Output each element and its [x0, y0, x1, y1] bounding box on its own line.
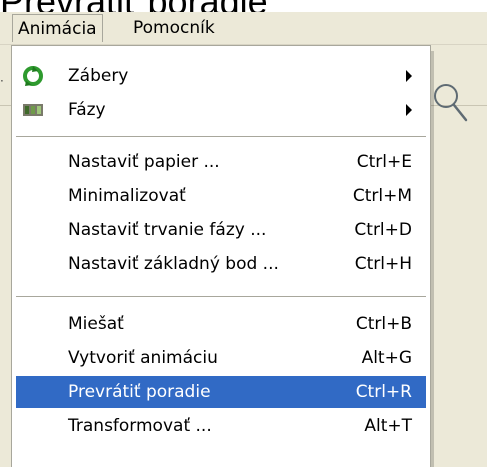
menu-item-shortcut: Alt+T — [364, 416, 412, 436]
menu-item-nastavit-trvanie-fazy[interactable]: Nastaviť trvanie fázy ... Ctrl+D — [16, 214, 426, 246]
film-frames-icon — [23, 104, 43, 116]
menu-item-nastavit-papier[interactable]: Nastaviť papier ... Ctrl+E — [16, 146, 426, 178]
menu-item-label: Nastaviť papier ... — [68, 152, 220, 172]
menu-separator — [16, 296, 426, 297]
menu-item-shortcut: Ctrl+R — [355, 382, 412, 402]
menu-item-nastavit-zakladny-bod[interactable]: Nastaviť základný bod ... Ctrl+H — [16, 248, 426, 280]
menu-item-transformovat[interactable]: Transformovať ... Alt+T — [16, 410, 426, 442]
menu-item-label: Fázy — [68, 100, 106, 120]
menu-item-label: Minimalizovať — [68, 186, 186, 206]
menu-item-label: Vytvoriť animáciu — [68, 348, 218, 368]
menu-pomocnik[interactable]: Pomocník — [128, 14, 220, 42]
menu-item-vytvorit-animaciu[interactable]: Vytvoriť animáciu Alt+G — [16, 342, 426, 374]
menu-item-label: Nastaviť základný bod ... — [68, 254, 279, 274]
menu-item-label: Prevrátiť poradie — [68, 382, 211, 402]
green-cycle-icon — [23, 66, 43, 86]
menu-item-shortcut: Ctrl+M — [352, 186, 412, 206]
menu-item-fazy[interactable]: Fázy — [16, 94, 426, 126]
menu-item-minimalizovat[interactable]: Minimalizovať Ctrl+M — [16, 180, 426, 212]
menu-item-prevratit-poradie[interactable]: Prevrátiť poradie Ctrl+R — [16, 376, 426, 408]
menu-item-shortcut: Alt+G — [361, 348, 412, 368]
menu-item-shortcut: Ctrl+H — [354, 254, 412, 274]
menu-item-label: Miešať — [68, 314, 124, 334]
menu-separator — [16, 136, 426, 137]
menu-item-shortcut: Ctrl+B — [355, 314, 412, 334]
screen: Prevrátiť poradie Animácia Pomocník ⋅ Zá… — [0, 0, 487, 467]
menu-item-zabery[interactable]: Zábery — [16, 60, 426, 92]
submenu-arrow-icon — [406, 70, 412, 82]
menu-item-miesat[interactable]: Miešať Ctrl+B — [16, 308, 426, 340]
submenu-arrow-icon — [406, 104, 412, 116]
menu-item-shortcut: Ctrl+E — [356, 152, 412, 172]
toolbar-edge-icon: ⋅ — [0, 74, 4, 88]
menu-item-label: Zábery — [68, 66, 129, 86]
animacia-dropdown-menu: Zábery Fázy Nastaviť papier ... Ctrl+E M… — [11, 45, 431, 467]
menu-item-label: Nastaviť trvanie fázy ... — [68, 220, 267, 240]
menu-animacia[interactable]: Animácia — [12, 14, 103, 42]
menubar: Animácia Pomocník — [0, 12, 487, 45]
magnifier-icon[interactable] — [430, 80, 470, 124]
menu-item-label: Transformovať ... — [68, 416, 212, 436]
menu-item-shortcut: Ctrl+D — [354, 220, 412, 240]
